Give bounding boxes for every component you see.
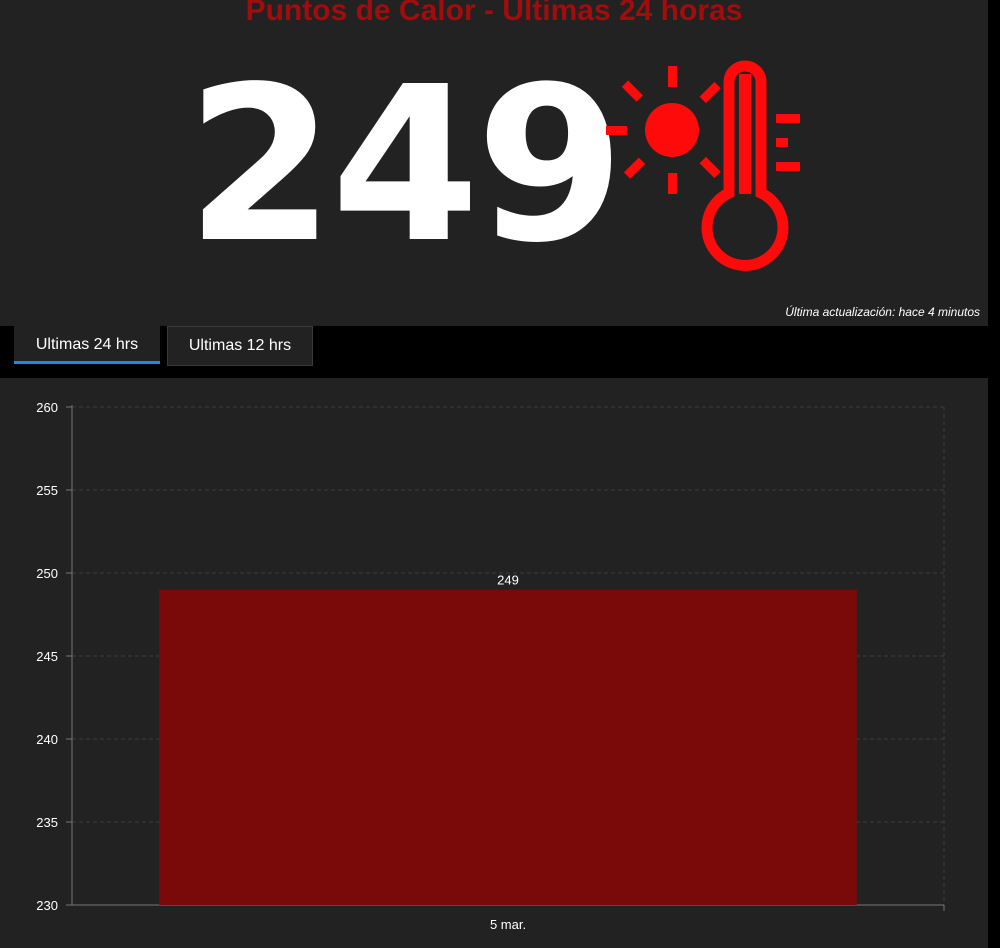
tab-ultimas-24-hrs[interactable]: Ultimas 24 hrs bbox=[14, 326, 160, 364]
y-tick-label: 255 bbox=[36, 483, 58, 498]
indicator-value: 249 bbox=[186, 41, 625, 290]
y-tick-label: 250 bbox=[36, 566, 58, 581]
y-tick-label: 245 bbox=[36, 649, 58, 664]
heat-thermometer-icon bbox=[606, 60, 800, 271]
indicator-title: Puntos de Calor - Ultimas 24 horas bbox=[245, 0, 743, 27]
y-tick-label: 230 bbox=[36, 898, 58, 913]
tab-bar: Ultimas 24 hrs Ultimas 12 hrs bbox=[0, 326, 1000, 378]
indicator-panel: Puntos de Calor - Ultimas 24 horas 249 Ú… bbox=[0, 0, 988, 326]
chart-panel: 230 235 240 245 250 255 260 249 5 mar. bbox=[0, 378, 988, 948]
x-tick-label: 5 mar. bbox=[490, 917, 526, 932]
bar-chart: 230 235 240 245 250 255 260 249 5 mar. bbox=[36, 400, 945, 932]
bar bbox=[159, 589, 857, 905]
y-tick-label: 260 bbox=[36, 400, 58, 415]
tab-ultimas-12-hrs[interactable]: Ultimas 12 hrs bbox=[167, 326, 313, 366]
bar-data-label: 249 bbox=[497, 573, 519, 588]
last-update-text: Última actualización: hace 4 minutos bbox=[785, 305, 980, 319]
y-tick-label: 235 bbox=[36, 815, 58, 830]
y-tick-label: 240 bbox=[36, 732, 58, 747]
